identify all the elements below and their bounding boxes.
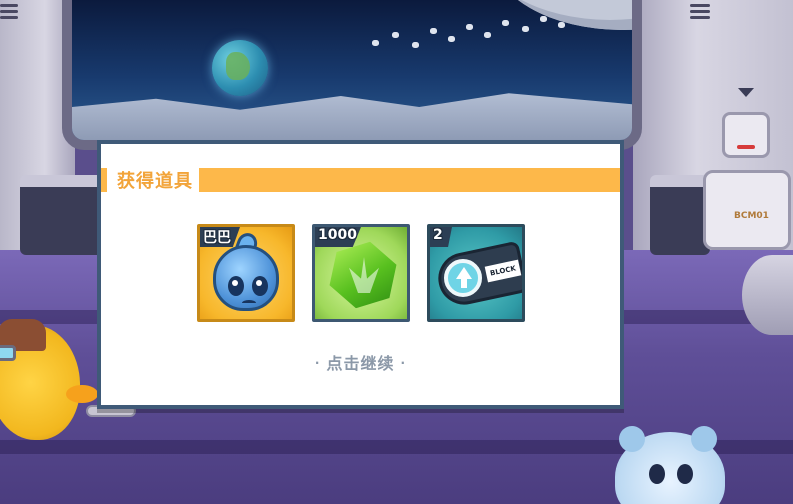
dialog-title-tab: 获得道具	[101, 168, 199, 192]
reward-count: 巴巴	[203, 230, 231, 246]
reward-items: 巴巴 1000 2 BLOCK	[197, 224, 525, 322]
arrow-up-stem	[461, 278, 467, 288]
continue-button[interactable]: · 点击继续 ·	[101, 350, 620, 374]
dot-icon: ·	[314, 356, 321, 370]
eye-icon	[252, 276, 268, 296]
eye-icon	[228, 276, 244, 296]
reward-item-ticket[interactable]: 2 BLOCK	[427, 224, 525, 322]
baba-pet-icon	[213, 245, 279, 311]
dialog-title-bar: 获得道具	[101, 168, 620, 192]
dot-icon: ·	[400, 356, 407, 370]
reward-item-baba[interactable]: 巴巴	[197, 224, 295, 322]
reward-item-gem[interactable]: 1000	[312, 224, 410, 322]
reward-dialog[interactable]: 获得道具 巴巴 1000 2 BLOCK · 点击继续 ·	[97, 140, 624, 409]
dialog-title: 获得道具	[117, 171, 193, 192]
reward-count: 1000	[318, 227, 357, 243]
continue-label: 点击继续	[326, 354, 395, 373]
mouth-icon	[242, 300, 256, 306]
reward-count: 2	[433, 227, 443, 243]
